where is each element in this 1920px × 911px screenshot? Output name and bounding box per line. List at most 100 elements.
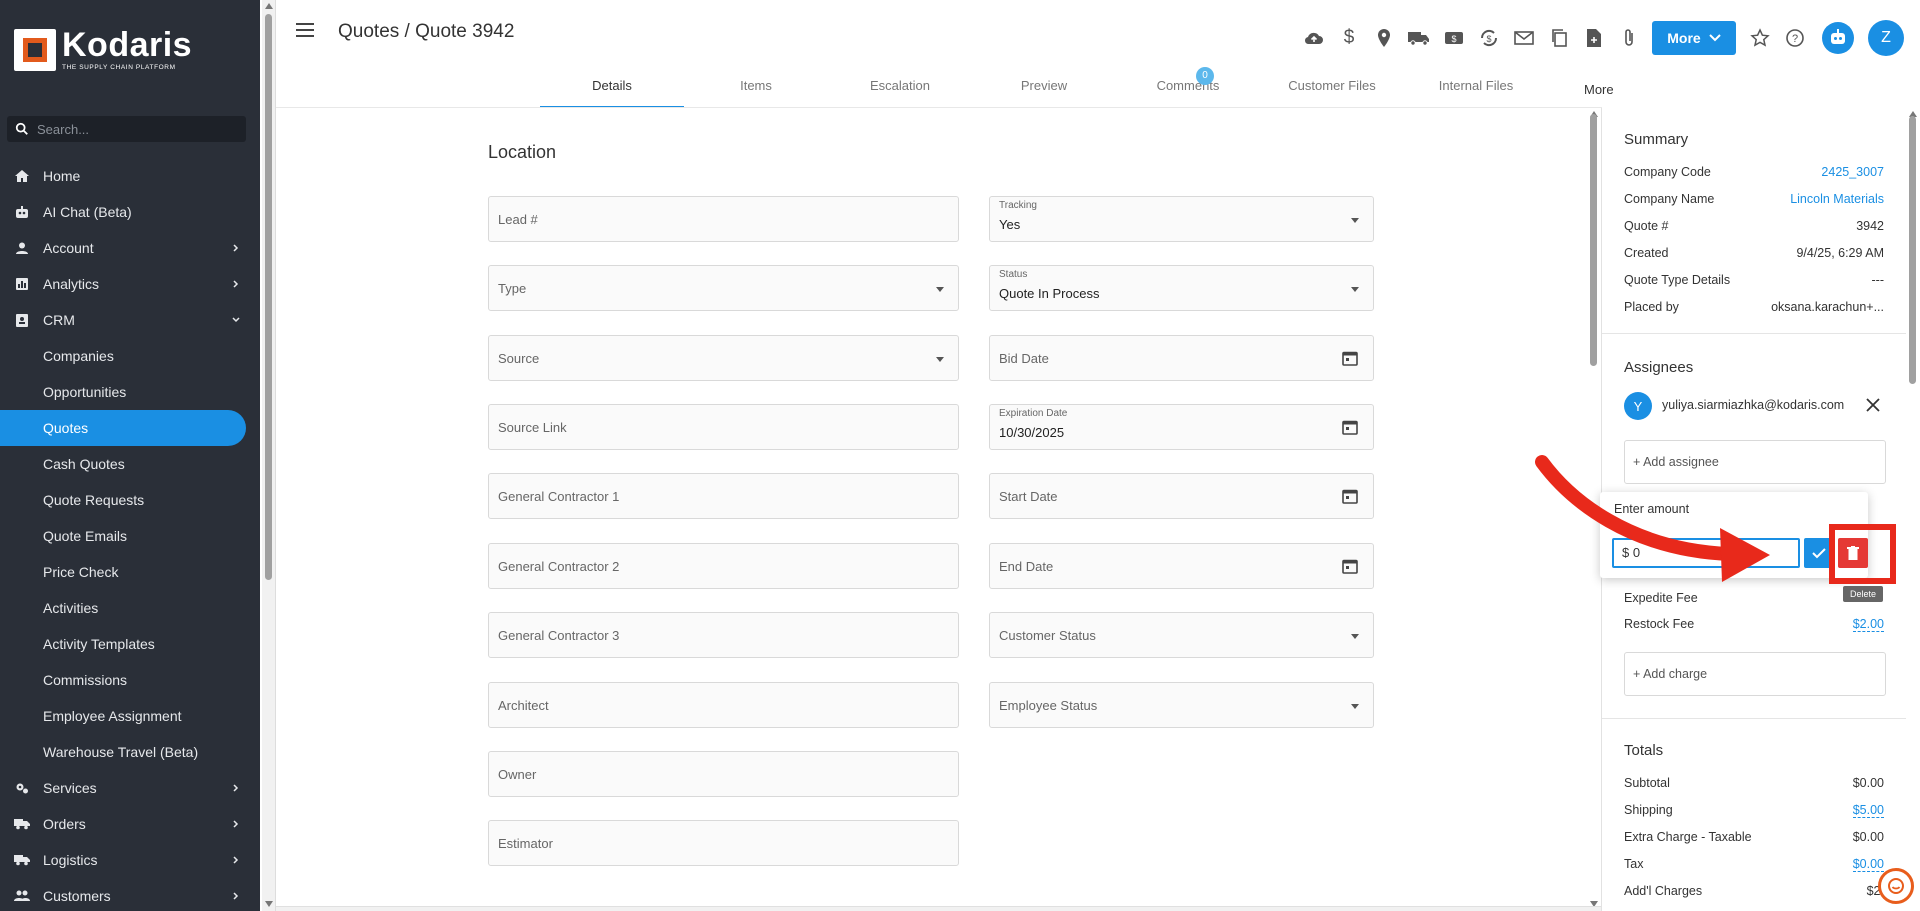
tab-comments[interactable]: Comments 0 xyxy=(1116,67,1260,108)
new-document-icon[interactable] xyxy=(1582,26,1606,50)
source-field[interactable]: Source xyxy=(488,335,959,381)
logo[interactable]: Kodaris THE SUPPLY CHAIN PLATFORM xyxy=(14,28,192,71)
lead-field[interactable]: Lead # xyxy=(488,196,959,242)
row-value[interactable]: $0.00 xyxy=(1852,857,1884,872)
sidebar-item-label: Logistics xyxy=(43,852,98,868)
sidebar-item-commissions[interactable]: Commissions xyxy=(0,662,260,698)
cash-icon[interactable]: $ xyxy=(1442,26,1466,50)
architect-field[interactable]: Architect xyxy=(488,682,959,728)
row-value[interactable]: $5.00 xyxy=(1852,803,1884,818)
scrollbar-thumb[interactable] xyxy=(265,14,272,580)
scroll-down-arrow[interactable] xyxy=(265,901,273,907)
sidebar-item-activities[interactable]: Activities xyxy=(0,590,260,626)
dollar-icon[interactable]: $ xyxy=(1337,26,1361,50)
panel-scrollbar[interactable] xyxy=(1906,108,1920,911)
expiration-date-field[interactable]: Expiration Date 10/30/2025 xyxy=(989,404,1374,450)
sidebar-item-analytics[interactable]: Analytics xyxy=(0,266,260,302)
bid-date-field[interactable]: Bid Date xyxy=(989,335,1374,381)
sidebar-search[interactable] xyxy=(7,116,246,142)
sidebar-item-cash-quotes[interactable]: Cash Quotes xyxy=(0,446,260,482)
sidebar-item-warehouse-travel-beta[interactable]: Warehouse Travel (Beta) xyxy=(0,734,260,770)
end-date-field[interactable]: End Date xyxy=(989,543,1374,589)
row-value[interactable]: Lincoln Materials xyxy=(1790,192,1884,206)
tab-preview[interactable]: Preview xyxy=(972,72,1116,108)
email-icon[interactable] xyxy=(1512,26,1536,50)
tab-customer-files[interactable]: Customer Files xyxy=(1260,72,1404,108)
general-contractor-1-field[interactable]: General Contractor 1 xyxy=(488,473,959,519)
calendar-icon[interactable] xyxy=(1342,419,1358,435)
tab-details[interactable]: Details xyxy=(540,72,684,108)
sidebar-item-services[interactable]: Services xyxy=(0,770,260,806)
source-link-field[interactable]: Source Link xyxy=(488,404,959,450)
field-placeholder: Type xyxy=(498,281,527,296)
sidebar-item-opportunities[interactable]: Opportunities xyxy=(0,374,260,410)
summary-row: Company Code 2425_3007 xyxy=(1624,165,1884,185)
search-input[interactable] xyxy=(37,121,237,137)
calendar-icon[interactable] xyxy=(1342,350,1358,366)
sidebar-item-label: Activities xyxy=(43,600,99,616)
sync-dollar-icon[interactable]: $ xyxy=(1477,26,1501,50)
sidebar-item-home[interactable]: Home xyxy=(0,158,260,194)
scrollbar-thumb[interactable] xyxy=(1909,116,1916,384)
sidebar-item-activity-templates[interactable]: Activity Templates xyxy=(0,626,260,662)
add-charge-field[interactable]: + Add charge xyxy=(1624,652,1886,696)
brand-name: Kodaris xyxy=(62,26,193,64)
cloud-upload-icon[interactable] xyxy=(1302,26,1326,50)
tab-internal-files[interactable]: Internal Files xyxy=(1404,72,1548,108)
row-label: Restock Fee xyxy=(1624,617,1695,631)
chevron-right-icon xyxy=(233,244,239,252)
sidebar-item-crm[interactable]: CRM xyxy=(0,302,260,338)
user-avatar[interactable]: Z xyxy=(1868,20,1904,56)
sidebar-item-companies[interactable]: Companies xyxy=(0,338,260,374)
customer-status-select[interactable]: Customer Status xyxy=(989,612,1374,658)
paperclip-icon[interactable] xyxy=(1617,26,1641,50)
chat-support-button[interactable] xyxy=(1878,868,1914,904)
location-pin-icon[interactable] xyxy=(1372,26,1396,50)
owner-field[interactable]: Owner xyxy=(488,751,959,797)
general-contractor-3-field[interactable]: General Contractor 3 xyxy=(488,612,959,658)
totals-row: Subtotal $0.00 xyxy=(1624,776,1884,796)
sidebar-item-price-check[interactable]: Price Check xyxy=(0,554,260,590)
sidebar-item-quotes[interactable]: Quotes xyxy=(0,410,246,446)
general-contractor-2-field[interactable]: General Contractor 2 xyxy=(488,543,959,589)
status-select[interactable]: Status Quote In Process xyxy=(989,265,1374,311)
sidebar-item-orders[interactable]: Orders xyxy=(0,806,260,842)
search-icon xyxy=(15,122,28,135)
sidebar-item-customers[interactable]: Customers xyxy=(0,878,260,911)
tab-items[interactable]: Items xyxy=(684,72,828,108)
calendar-icon[interactable] xyxy=(1342,488,1358,504)
estimator-field[interactable]: Estimator xyxy=(488,820,959,866)
tab-label: Items xyxy=(740,78,772,93)
calendar-icon[interactable] xyxy=(1342,558,1358,574)
tracking-select[interactable]: Tracking Yes xyxy=(989,196,1374,242)
sidebar-item-label: Commissions xyxy=(43,672,128,688)
help-icon[interactable]: ? xyxy=(1783,26,1807,50)
totals-title: Totals xyxy=(1624,742,1664,759)
ai-bot-button[interactable] xyxy=(1822,22,1854,54)
sidebar-item-quote-requests[interactable]: Quote Requests xyxy=(0,482,260,518)
tab-more[interactable]: More xyxy=(1548,72,1620,108)
sidebar-scrollbar[interactable] xyxy=(262,0,276,911)
star-icon[interactable] xyxy=(1748,26,1772,50)
sidebar-item-label: Customers xyxy=(43,888,111,904)
more-actions-button[interactable]: More xyxy=(1652,21,1736,55)
employee-status-select[interactable]: Employee Status xyxy=(989,682,1374,728)
type-field[interactable]: Type xyxy=(488,265,959,311)
delivery-truck-icon[interactable] xyxy=(1407,26,1431,50)
field-placeholder: End Date xyxy=(999,559,1054,574)
hamburger-menu-icon[interactable] xyxy=(296,23,314,37)
horizontal-scrollbar[interactable] xyxy=(276,906,1602,911)
sidebar-item-account[interactable]: Account xyxy=(0,230,260,266)
sidebar-item-logistics[interactable]: Logistics xyxy=(0,842,260,878)
sidebar-item-ai-chat-beta[interactable]: AI Chat (Beta) xyxy=(0,194,260,230)
sidebar-item-label: Cash Quotes xyxy=(43,456,125,472)
start-date-field[interactable]: Start Date xyxy=(989,473,1374,519)
scrollbar-thumb[interactable] xyxy=(1590,114,1597,366)
close-icon[interactable] xyxy=(1866,398,1880,412)
sidebar-item-quote-emails[interactable]: Quote Emails xyxy=(0,518,260,554)
row-value[interactable]: 2425_3007 xyxy=(1821,165,1884,179)
scroll-up-arrow[interactable] xyxy=(265,3,273,9)
copy-icon[interactable] xyxy=(1547,26,1571,50)
tab-escalation[interactable]: Escalation xyxy=(828,72,972,108)
sidebar-item-employee-assignment[interactable]: Employee Assignment xyxy=(0,698,260,734)
